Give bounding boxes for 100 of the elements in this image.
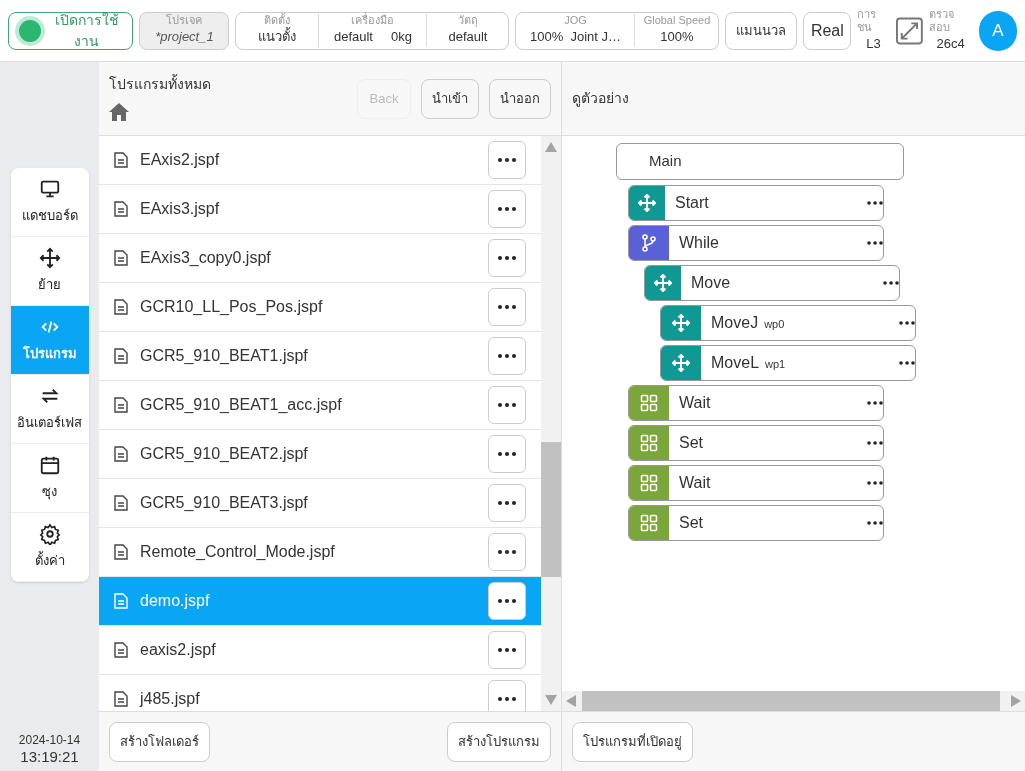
toolbar-button[interactable]: นำเข้า	[421, 78, 479, 119]
field-label: เครื่องมือ	[351, 14, 395, 28]
tree-node[interactable]: Set	[628, 425, 884, 461]
more-button[interactable]	[488, 337, 526, 375]
home-icon[interactable]	[109, 103, 129, 121]
move-arrows-icon	[38, 247, 61, 270]
more-icon	[498, 158, 516, 162]
file-row[interactable]: EAxis3_copy0.jspf	[99, 234, 541, 283]
mode-button[interactable]: แมนนวล	[725, 11, 798, 50]
footer-button[interactable]: สร้างโปรแกรม	[447, 721, 551, 762]
field-value: 100% Joint J…	[529, 28, 621, 47]
more-button[interactable]	[488, 386, 526, 424]
document-icon	[114, 348, 128, 364]
toolbar-button[interactable]: นำออก	[489, 78, 551, 119]
more-icon[interactable]	[867, 441, 883, 445]
more-button[interactable]	[488, 484, 526, 522]
field-value: แนวตั้ง	[258, 27, 297, 47]
branch-icon	[640, 234, 658, 252]
more-icon[interactable]	[899, 321, 915, 325]
file-row[interactable]: GCR5_910_BEAT1_acc.jspf	[99, 381, 541, 430]
scroll-thumb[interactable]	[541, 442, 561, 577]
time-label: 13:19:21	[20, 749, 79, 765]
more-icon	[498, 207, 516, 211]
more-button[interactable]	[488, 631, 526, 669]
panel-title: โปรแกรมทั้งหมด	[109, 74, 211, 94]
scrollbar[interactable]	[541, 136, 561, 711]
move-arrows-icon	[672, 314, 690, 332]
grid-icon	[640, 434, 658, 452]
tree-node[interactable]: MoveJ wp0	[660, 305, 916, 341]
tree-node[interactable]: While	[628, 225, 884, 261]
more-button[interactable]	[488, 288, 526, 326]
tree-node[interactable]: Set	[628, 505, 884, 541]
document-icon	[114, 691, 128, 707]
more-button[interactable]	[488, 680, 526, 711]
footer-button[interactable]: สร้างโฟลเดอร์	[109, 721, 210, 762]
more-button[interactable]	[488, 190, 526, 228]
document-icon	[114, 397, 128, 413]
waypoint-label: wp0	[764, 317, 785, 332]
file-row[interactable]: GCR5_910_BEAT2.jspf	[99, 430, 541, 479]
field-label: Global Speed	[643, 14, 711, 28]
document-icon	[114, 152, 128, 168]
tree-node[interactable]: MoveL wp1	[660, 345, 916, 381]
grid-icon	[640, 514, 658, 532]
document-icon	[114, 495, 128, 511]
node-label: Set	[679, 513, 703, 533]
more-button[interactable]	[488, 582, 526, 620]
field-label: ตรวจสอบ	[928, 7, 955, 34]
field-label: ติดตั้ง	[264, 14, 291, 27]
nav-item[interactable]: อินเตอร์เฟส	[10, 375, 89, 444]
panel-title: ดูตัวอย่าง	[572, 89, 629, 109]
more-icon	[498, 452, 516, 456]
file-row[interactable]: GCR5_910_BEAT3.jspf	[99, 479, 541, 528]
file-row[interactable]: GCR5_910_BEAT1.jspf	[99, 332, 541, 381]
field-value: 100%	[660, 28, 694, 47]
project-card[interactable]: โปรเจค *project_1	[139, 11, 230, 50]
more-button[interactable]	[488, 141, 526, 179]
field-value: default 0kg	[333, 28, 412, 47]
nav-item[interactable]: ซุง	[10, 444, 89, 513]
file-row[interactable]: EAxis2.jspf	[99, 136, 541, 185]
field-value: *project_1	[155, 28, 214, 47]
node-label: Wait	[679, 393, 711, 413]
more-icon[interactable]	[867, 401, 883, 405]
file-row[interactable]: EAxis3.jspf	[99, 185, 541, 234]
more-button[interactable]	[488, 533, 526, 571]
tree-node[interactable]: Move	[644, 265, 900, 301]
node-label: Set	[679, 433, 703, 453]
more-icon[interactable]	[899, 361, 915, 365]
tree-node[interactable]: Main	[616, 143, 904, 180]
node-label: MoveL	[711, 353, 760, 373]
document-icon	[114, 446, 128, 462]
run-mode-button[interactable]: Real	[803, 11, 852, 50]
document-icon	[114, 544, 128, 560]
settings-icon	[38, 523, 61, 546]
more-icon	[498, 501, 516, 505]
more-icon[interactable]	[867, 241, 883, 245]
settings-card[interactable]: JOG 100% Joint J… Global Speed 100%	[515, 11, 720, 50]
move-arrows-icon	[672, 354, 690, 372]
tree-node[interactable]: Start	[628, 185, 884, 221]
settings-card[interactable]: ติดตั้ง แนวตั้ง เครื่องมือ default 0kg วัตถุ default	[235, 11, 510, 50]
enable-toggle[interactable]: เปิดการใช้งาน	[8, 11, 134, 50]
more-icon[interactable]	[867, 201, 883, 205]
node-label: MoveJ	[711, 313, 759, 333]
more-icon[interactable]	[867, 521, 883, 525]
nav-item[interactable]: แดชบอร์ด	[10, 168, 89, 237]
more-button[interactable]	[488, 435, 526, 473]
footer-button[interactable]: โปรแกรมที่เปิดอยู่	[572, 721, 693, 762]
more-button[interactable]	[488, 239, 526, 277]
tree-node[interactable]: Wait	[628, 465, 884, 501]
nav-item[interactable]: ตั้งค่า	[10, 513, 89, 582]
node-label: While	[679, 233, 719, 253]
tree-node[interactable]: Wait	[628, 385, 884, 421]
more-icon[interactable]	[867, 481, 883, 485]
more-icon	[498, 256, 516, 260]
field-label: การชน	[857, 7, 878, 34]
file-row[interactable]: eaxis2.jspf	[99, 626, 541, 675]
document-icon	[114, 593, 128, 609]
expand-icon[interactable]	[895, 16, 923, 45]
file-row[interactable]: GCR10_LL_Pos_Pos.jspf	[99, 283, 541, 332]
more-icon[interactable]	[883, 281, 899, 285]
field-label: โปรเจค	[166, 14, 203, 28]
